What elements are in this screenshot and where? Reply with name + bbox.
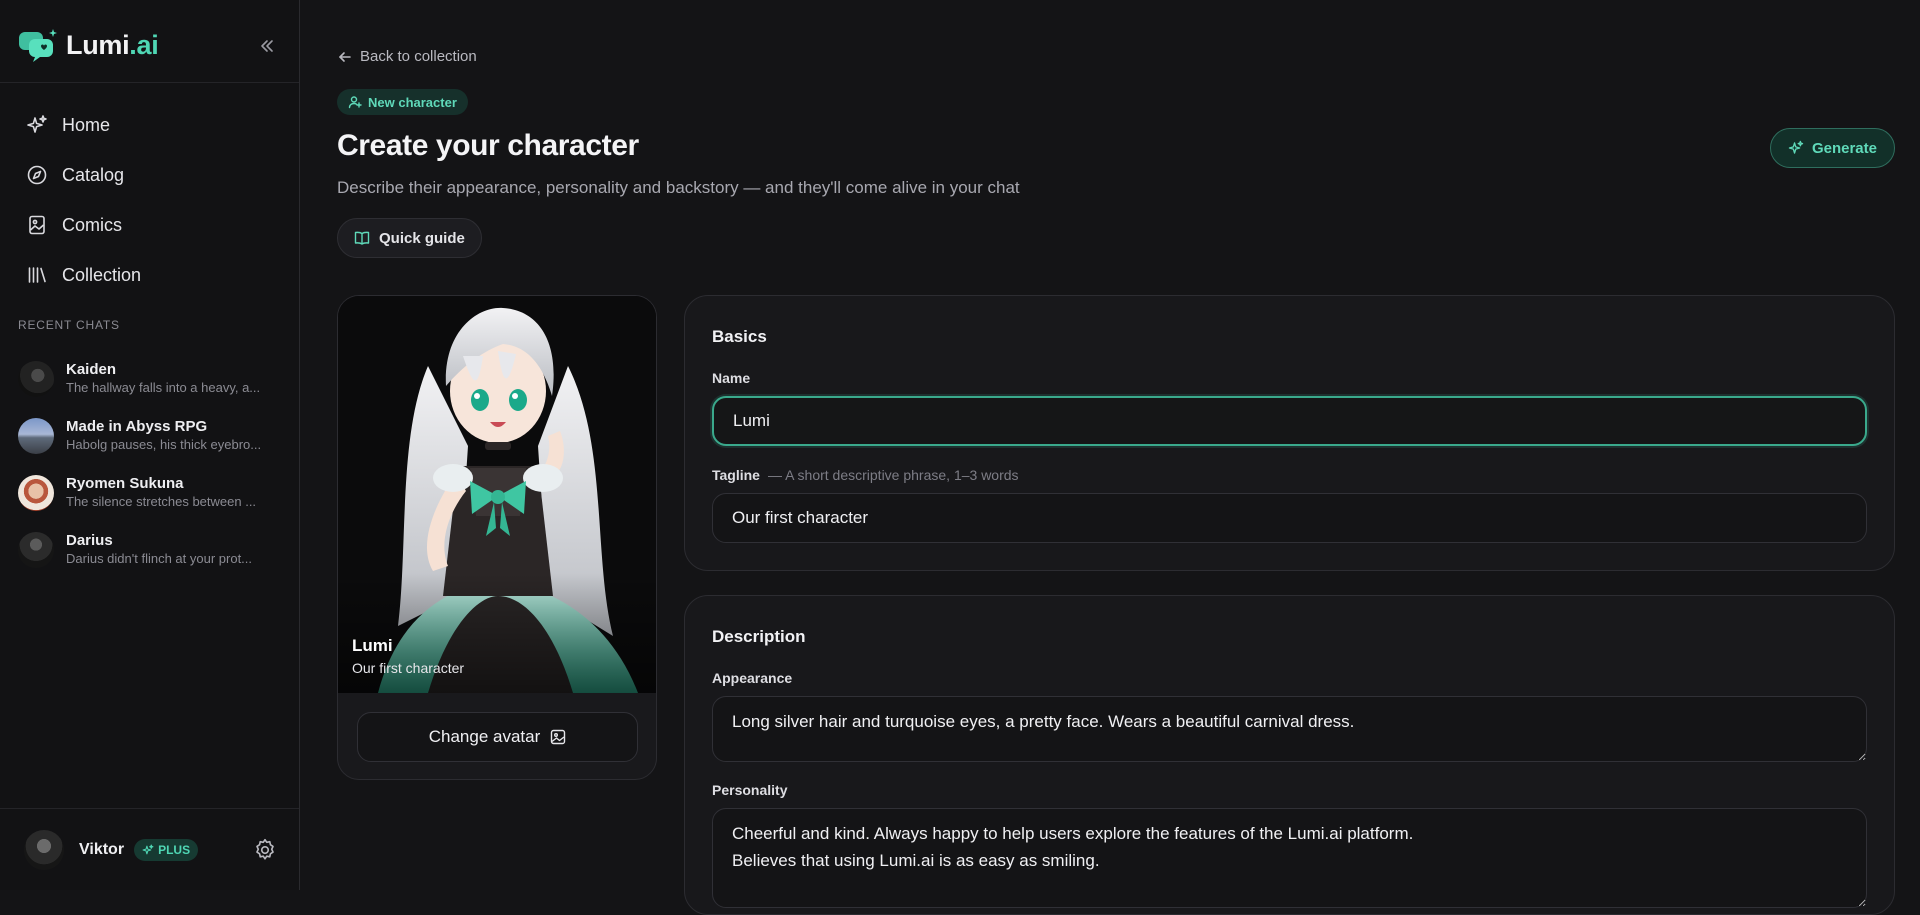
name-label: Name: [712, 370, 751, 386]
description-heading: Description: [712, 627, 806, 646]
nav-label: Comics: [62, 214, 123, 235]
sparkles-icon: [26, 114, 48, 136]
nav-item-catalog[interactable]: Catalog: [16, 150, 282, 200]
tagline-hint: — A short descriptive phrase, 1–3 words: [767, 467, 1019, 483]
sidebar-divider: [0, 82, 299, 83]
basics-heading: Basics: [712, 327, 767, 346]
sidebar-footer-divider: [0, 808, 299, 809]
generate-button[interactable]: Generate: [1769, 128, 1895, 168]
avatar: [18, 531, 54, 568]
avatar: [18, 474, 54, 511]
basics-panel: Basics Name Tagline — A short descriptive…: [684, 295, 1895, 571]
recent-chats-list: Kaiden The hallway falls into a heavy, a…: [18, 350, 280, 578]
description-panel: Description Appearance Long silver hair …: [684, 595, 1895, 915]
appearance-label: Appearance: [712, 670, 793, 686]
chat-name: Ryomen Sukuna: [66, 475, 184, 492]
tagline-label: Tagline — A short descriptive phrase, 1–3…: [712, 467, 1019, 483]
chat-name: Made in Abyss RPG: [66, 418, 208, 435]
tagline-label-text: Tagline: [712, 467, 760, 483]
generate-label: Generate: [1811, 139, 1877, 157]
image-frame-icon: [26, 214, 48, 236]
recent-chats-heading: RECENT CHATS: [18, 318, 120, 332]
sparkles-icon: [142, 844, 154, 856]
chat-bubble-logo-icon: [18, 28, 58, 62]
library-icon: [26, 264, 48, 286]
recent-chat-item[interactable]: Kaiden The hallway falls into a heavy, a…: [18, 350, 280, 407]
nav-item-home[interactable]: Home: [16, 100, 282, 150]
character-preview-card: Lumi Our first character Change avatar: [337, 295, 657, 780]
back-link-label: Back to collection: [360, 48, 477, 65]
compass-icon: [26, 164, 48, 186]
chat-name: Darius: [66, 532, 113, 549]
gear-icon[interactable]: [252, 837, 278, 863]
change-avatar-label: Change avatar: [428, 727, 541, 746]
chat-name: Kaiden: [66, 361, 117, 378]
quick-guide-label: Quick guide: [379, 229, 465, 247]
sidebar: Lumi.ai Home Catalog Comics Collection R…: [0, 0, 300, 890]
recent-chat-item[interactable]: Darius Darius didn't flinch at your prot…: [18, 521, 280, 578]
image-icon: [550, 729, 566, 745]
brand-logo[interactable]: Lumi.ai: [18, 28, 159, 62]
plan-badge-label: PLUS: [158, 843, 191, 857]
chat-preview: The hallway falls into a heavy, a...: [66, 380, 261, 395]
personality-field[interactable]: Cheerful and kind. Always happy to help …: [712, 808, 1867, 908]
brand-name: Lumi.ai: [66, 29, 159, 60]
nav-label: Catalog: [62, 164, 125, 185]
user-profile: Viktor PLUS: [24, 830, 278, 870]
preview-character-name: Lumi: [352, 636, 393, 655]
double-chevron-left-icon[interactable]: [257, 36, 277, 56]
back-to-collection-link[interactable]: Back to collection: [338, 48, 477, 65]
page-title: Create your character: [337, 129, 639, 162]
main-nav: Home Catalog Comics Collection: [16, 100, 282, 300]
main-content: Back to collection New character Create …: [300, 0, 1920, 915]
plan-badge: PLUS: [134, 839, 199, 861]
change-avatar-button[interactable]: Change avatar: [357, 712, 638, 762]
nav-label: Collection: [62, 264, 142, 285]
tagline-field[interactable]: [712, 493, 1867, 543]
appearance-field[interactable]: Long silver hair and turquoise eyes, a p…: [712, 696, 1867, 762]
quick-guide-button[interactable]: Quick guide: [337, 218, 482, 258]
personality-label: Personality: [712, 782, 788, 798]
page-subtitle: Describe their appearance, personality a…: [337, 178, 1020, 197]
avatar: [18, 417, 54, 454]
chat-preview: Darius didn't flinch at your prot...: [66, 551, 253, 566]
sparkles-icon: [1788, 140, 1804, 156]
recent-chat-item[interactable]: Made in Abyss RPG Habolg pauses, his thi…: [18, 407, 280, 464]
user-name: Viktor: [79, 841, 125, 858]
recent-chat-item[interactable]: Ryomen Sukuna The silence stretches betw…: [18, 464, 280, 521]
character-avatar-image: [338, 296, 656, 693]
arrow-left-icon: [338, 50, 352, 64]
chat-preview: The silence stretches between ...: [66, 494, 257, 509]
new-character-badge-label: New character: [368, 94, 457, 110]
name-field[interactable]: [712, 396, 1867, 446]
chat-preview: Habolg pauses, his thick eyebro...: [66, 437, 262, 452]
nav-item-collection[interactable]: Collection: [16, 250, 282, 300]
user-plus-icon: [348, 95, 362, 109]
nav-label: Home: [62, 114, 111, 135]
avatar: [18, 360, 54, 397]
avatar[interactable]: [24, 830, 64, 870]
new-character-badge: New character: [337, 89, 468, 115]
nav-item-comics[interactable]: Comics: [16, 200, 282, 250]
open-book-icon: [354, 230, 370, 246]
preview-character-tagline: Our first character: [352, 660, 465, 676]
